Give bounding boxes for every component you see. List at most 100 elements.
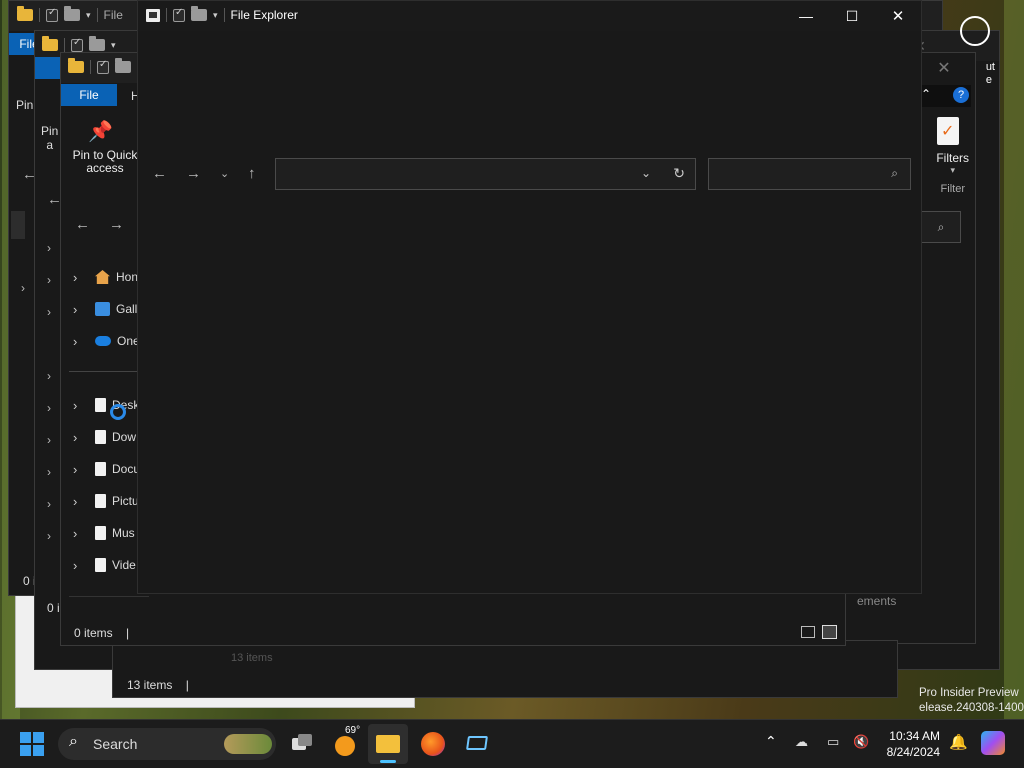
quick-access-toolbar: [68, 58, 131, 74]
wallpaper-stripe: [1004, 0, 1024, 720]
watermark-line: Pro Insider Preview: [919, 687, 1019, 699]
separator: [223, 8, 225, 22]
tree-item[interactable]: › One: [73, 330, 140, 352]
volume-muted-icon[interactable]: 🔇: [853, 734, 869, 750]
chevron-right-icon[interactable]: ›: [21, 281, 25, 295]
chevron-right-icon[interactable]: ›: [47, 497, 51, 511]
tree-item[interactable]: › Galle: [73, 298, 144, 320]
maximize-icon[interactable]: ☐: [829, 1, 875, 31]
forward-arrow-icon[interactable]: →: [186, 165, 201, 182]
chevron-right-icon[interactable]: ›: [73, 494, 85, 509]
titlebar[interactable]: ▾ File Explorer — ☐ ✕: [138, 1, 921, 31]
weather-widget[interactable]: 69°: [333, 725, 360, 756]
chevron-right-icon[interactable]: ›: [73, 302, 85, 317]
details-view-icon[interactable]: [801, 626, 815, 638]
search-box[interactable]: ⌕ Search: [58, 728, 276, 760]
tree-item-label: Dow: [112, 430, 137, 444]
firefox-icon[interactable]: [421, 732, 445, 756]
large-icons-view-icon[interactable]: [822, 625, 837, 639]
chevron-down-icon[interactable]: ▾: [86, 10, 91, 21]
tree-item[interactable]: › Pictu: [73, 490, 139, 512]
chevron-down-icon[interactable]: ▾: [950, 165, 955, 176]
onedrive-tray-icon[interactable]: ☁: [795, 734, 808, 750]
chevron-right-icon[interactable]: ›: [47, 241, 51, 255]
filters-icon[interactable]: ✓: [937, 117, 961, 145]
filters-label[interactable]: Filters: [936, 151, 969, 165]
chevron-right-icon[interactable]: ›: [47, 369, 51, 383]
close-icon[interactable]: ✕: [875, 1, 921, 31]
close-icon[interactable]: ✕: [921, 53, 967, 83]
address-bar[interactable]: ⌄ ↻: [275, 158, 696, 190]
tree-item[interactable]: › Hon: [73, 266, 138, 288]
help-icon[interactable]: ?: [953, 87, 969, 103]
new-folder-icon[interactable]: [64, 6, 80, 21]
tree-item-label: Pictu: [112, 494, 139, 508]
window-title: File: [103, 8, 123, 22]
new-folder-icon[interactable]: [89, 36, 105, 51]
chevron-right-icon[interactable]: ›: [73, 558, 85, 573]
network-icon[interactable]: ▭: [827, 734, 839, 750]
new-folder-icon[interactable]: [191, 6, 207, 21]
back-arrow-icon[interactable]: ←: [152, 165, 167, 182]
properties-icon[interactable]: [173, 7, 185, 22]
chevron-right-icon[interactable]: ›: [47, 433, 51, 447]
taskbar: ⌕ Search 69° ⌃ ☁ ▭ 🔇 10:34 AM 8/24/2024 …: [0, 719, 1024, 768]
chevron-down-icon[interactable]: ⌄: [641, 166, 651, 180]
search-icon: ⌕: [69, 733, 78, 750]
tree-item[interactable]: › Dow: [73, 426, 136, 448]
properties-icon[interactable]: [46, 7, 58, 22]
tree-item[interactable]: › Vide: [73, 554, 136, 576]
ghost-text: ements: [857, 594, 897, 608]
chevron-right-icon[interactable]: ›: [73, 430, 85, 445]
chevron-right-icon[interactable]: ›: [47, 305, 51, 319]
properties-icon[interactable]: [97, 59, 109, 74]
chevron-down-icon[interactable]: ▾: [213, 10, 218, 21]
chevron-right-icon[interactable]: ›: [73, 526, 85, 541]
chevron-up-icon[interactable]: ⌃: [765, 733, 777, 750]
properties-icon[interactable]: [71, 37, 83, 52]
search-input[interactable]: ⌕: [708, 158, 911, 190]
file-explorer-taskbar-button[interactable]: [368, 724, 408, 764]
search-icon[interactable]: ⌕: [921, 211, 961, 243]
chevron-right-icon[interactable]: ›: [47, 529, 51, 543]
status-separator: |: [126, 626, 130, 640]
start-icon[interactable]: [20, 732, 44, 756]
status-item-count: 0 items: [74, 626, 113, 640]
new-folder-icon[interactable]: [115, 58, 131, 73]
tree-item[interactable]: › Mus: [73, 522, 135, 544]
accessibility-icon[interactable]: [960, 16, 990, 46]
refresh-icon[interactable]: ↻: [673, 165, 685, 182]
chevron-right-icon[interactable]: ›: [73, 270, 85, 285]
quick-access-toolbar: ▾ File: [17, 6, 123, 22]
tab-file[interactable]: File: [61, 84, 117, 106]
up-arrow-icon[interactable]: ↑: [248, 165, 256, 182]
pin-to-quick-access-button[interactable]: Pin to Quick access: [67, 149, 143, 175]
separator: [96, 8, 98, 22]
tree-item[interactable]: › Docu: [73, 458, 140, 480]
search-icon: ⌕: [891, 166, 898, 180]
task-view-icon[interactable]: [290, 732, 314, 756]
separator: [64, 38, 65, 52]
forward-arrow-icon[interactable]: →: [109, 216, 124, 233]
ribbon-collapse-icon[interactable]: ⌃: [921, 87, 931, 101]
chevron-right-icon[interactable]: ›: [73, 334, 85, 349]
tree-item[interactable]: › Deskt: [73, 394, 143, 416]
explorer-window-back[interactable]: 13 items | 13 items: [112, 640, 898, 698]
chevron-right-icon[interactable]: ›: [47, 401, 51, 415]
file-explorer-window[interactable]: ▾ File Explorer — ☐ ✕ ← → ⌄ ↑ ⌄ ↻ ⌕: [137, 0, 922, 594]
remote-desktop-icon[interactable]: [465, 732, 489, 756]
clock[interactable]: 10:34 AM 8/24/2024: [884, 728, 940, 760]
minimize-icon[interactable]: —: [783, 1, 829, 31]
pin-icon[interactable]: 📌: [88, 119, 113, 143]
chevron-right-icon[interactable]: ›: [73, 398, 85, 413]
tab-file[interactable]: [35, 57, 61, 79]
notification-bell-icon[interactable]: 🔔: [949, 733, 968, 751]
back-arrow-icon[interactable]: ←: [75, 216, 90, 233]
chevron-down-icon[interactable]: ▾: [111, 40, 116, 51]
copilot-icon[interactable]: [981, 731, 1005, 755]
chevron-right-icon[interactable]: ›: [47, 465, 51, 479]
chevron-right-icon[interactable]: ›: [47, 273, 51, 287]
recent-locations-chevron-icon[interactable]: ⌄: [220, 167, 229, 180]
chevron-right-icon[interactable]: ›: [73, 462, 85, 477]
ghost-text: ut: [985, 61, 995, 73]
